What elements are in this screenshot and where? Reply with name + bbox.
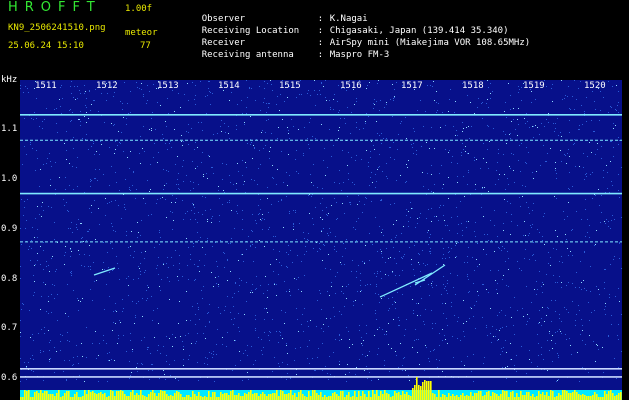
info-colon: : (317, 50, 324, 60)
info-value: Maspro FM-3 (329, 50, 390, 60)
meteor-count: 77 (140, 41, 151, 51)
x-tick-label: 1511 (35, 81, 57, 91)
datetime-label: 25.06.24 15:10 (8, 41, 84, 51)
spectrogram-canvas (20, 80, 622, 400)
y-tick-label: 0.6 (1, 373, 18, 383)
filename-label: KN9_2506241510.png (8, 23, 106, 33)
noise-level-bars (20, 377, 622, 400)
x-tick-label: 1516 (340, 81, 362, 91)
hrofft-window: HROFFT 1.00f KN9_2506241510.png 25.06.24… (0, 0, 629, 400)
y-tick-label: 1.1 (1, 124, 18, 134)
x-tick-label: 1513 (157, 81, 179, 91)
x-tick-label: 1518 (462, 81, 484, 91)
meteor-label: meteor (125, 28, 158, 38)
y-tick-label: 0.9 (1, 224, 18, 234)
app-title: HROFFT (8, 0, 102, 15)
version-label: 1.00f (125, 4, 153, 14)
spectrogram-plot (20, 80, 622, 400)
x-tick-label: 1514 (218, 81, 240, 91)
y-tick-label: 0.7 (1, 323, 18, 333)
meteor-echo (379, 272, 433, 298)
x-tick-label: 1520 (584, 81, 606, 91)
y-tick-label: 0.8 (1, 274, 18, 284)
x-tick-label: 1512 (96, 81, 118, 91)
info-key: Receiving antenna (201, 50, 294, 60)
x-tick-label: 1515 (279, 81, 301, 91)
info-row-antenna: Receiving antenna: Maspro FM-3 (180, 39, 390, 72)
noise-speckle (20, 80, 622, 382)
y-axis-unit: kHz (1, 75, 18, 85)
x-tick-label: 1517 (401, 81, 423, 91)
y-tick-label: 1.0 (1, 174, 18, 184)
x-tick-label: 1519 (523, 81, 545, 91)
